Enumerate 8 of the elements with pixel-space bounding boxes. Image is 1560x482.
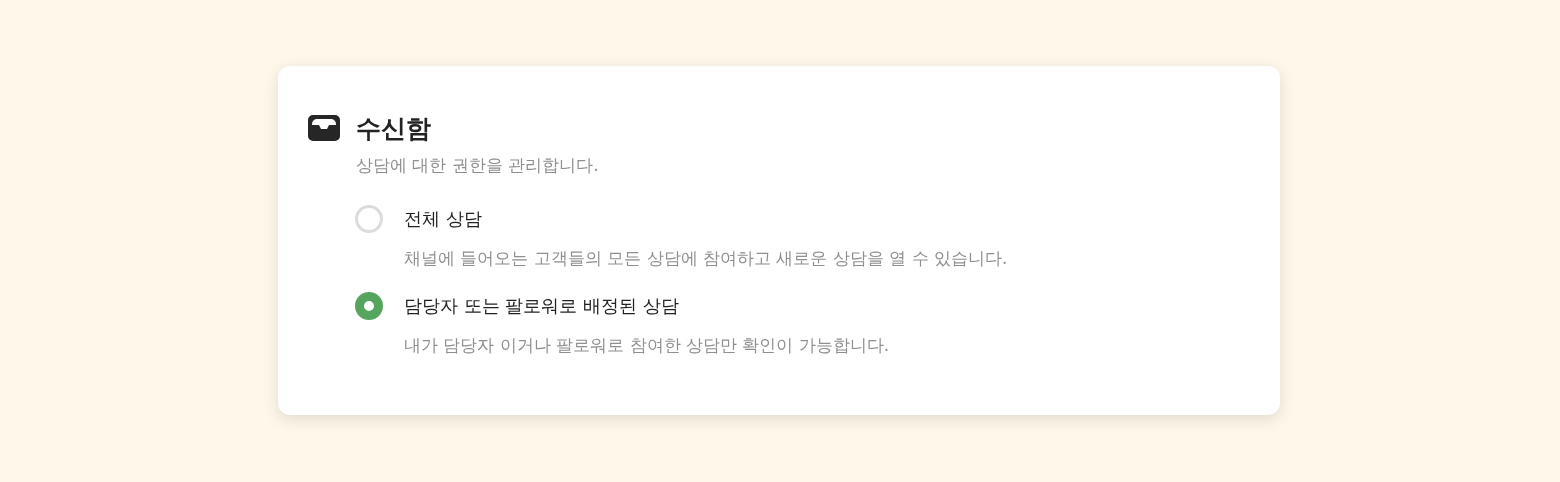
option-label[interactable]: 전체 상담 <box>404 207 482 231</box>
option-label[interactable]: 담당자 또는 팔로워로 배정된 상담 <box>404 294 679 318</box>
inbox-icon <box>308 115 340 141</box>
option-description: 채널에 들어오는 고객들의 모든 상담에 참여하고 새로운 상담을 열 수 있습니다. <box>404 247 1009 270</box>
section-description: 상담에 대한 권한을 관리합니다. <box>356 154 600 177</box>
section-title: 수신함 <box>356 112 431 145</box>
radio-button[interactable] <box>355 292 383 320</box>
option-description: 내가 담당자 이거나 팔로워로 참여한 상담만 확인이 가능합니다. <box>404 334 891 357</box>
